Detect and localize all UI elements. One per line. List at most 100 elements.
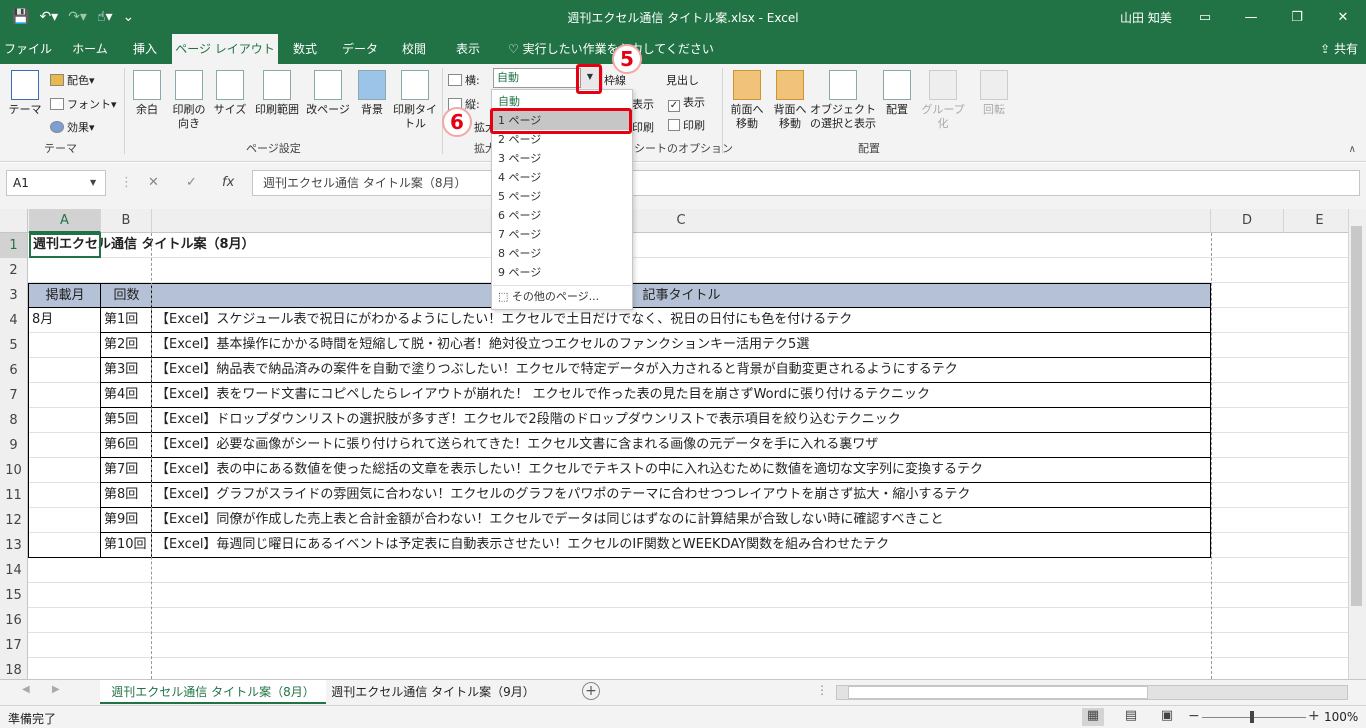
row-header[interactable]: 14: [0, 558, 28, 583]
rotate-button[interactable]: 回転: [976, 70, 1012, 117]
add-sheet-icon[interactable]: +: [582, 682, 600, 700]
row-header[interactable]: 11: [0, 483, 28, 508]
tab-page-layout[interactable]: ページ レイアウト: [172, 34, 278, 64]
vertical-scroll-thumb[interactable]: [1351, 226, 1362, 606]
name-box-dropdown-icon[interactable]: ▼: [90, 170, 96, 196]
title-cell[interactable]: 【Excel】毎週同じ曜日にあるイベントは予定表に自動表示させたい！エクセルのI…: [152, 533, 1211, 558]
row-header[interactable]: 3: [0, 283, 28, 308]
close-icon[interactable]: ✕: [1320, 0, 1366, 34]
header-cell-issue[interactable]: 回数: [101, 283, 152, 308]
row-header[interactable]: 2: [0, 258, 28, 283]
column-header-d[interactable]: D: [1211, 209, 1284, 233]
issue-cell[interactable]: 第1回: [101, 308, 152, 333]
share-button[interactable]: ⇪ 共有: [1320, 34, 1358, 64]
size-button[interactable]: サイズ: [212, 70, 248, 117]
sheet-tab-august[interactable]: 週刊エクセル通信 タイトル案（8月）: [100, 680, 326, 704]
breaks-button[interactable]: 改ページ: [306, 70, 350, 117]
issue-cell[interactable]: 第4回: [101, 383, 152, 408]
month-cell[interactable]: [29, 533, 101, 558]
row-header[interactable]: 5: [0, 333, 28, 358]
insert-function-icon[interactable]: fx: [222, 175, 234, 190]
page-break-preview-icon[interactable]: ▣: [1156, 708, 1178, 726]
zoom-out-icon[interactable]: −: [1188, 708, 1200, 724]
gridlines-print-partial[interactable]: 印刷: [632, 119, 654, 135]
title-cell[interactable]: 【Excel】必要な画像がシートに張り付けられて送られてきた！エクセル文書に含ま…: [152, 433, 1211, 458]
scroll-left-icon[interactable]: ◀: [22, 684, 30, 695]
month-cell[interactable]: [29, 458, 101, 483]
user-name[interactable]: 山田 知美: [1120, 9, 1172, 26]
column-header-e[interactable]: E: [1284, 209, 1348, 233]
ribbon-display-icon[interactable]: ▭: [1182, 0, 1228, 34]
month-cell[interactable]: [29, 408, 101, 433]
month-cell[interactable]: [29, 383, 101, 408]
title-cell[interactable]: 【Excel】同僚が作成した売上表と合計金額が合わない！エクセルでデータは同じは…: [152, 508, 1211, 533]
option-3-pages[interactable]: 3 ページ: [493, 149, 631, 168]
split-handle-icon[interactable]: ⋮: [816, 683, 828, 697]
row-header[interactable]: 15: [0, 583, 28, 608]
issue-cell[interactable]: 第8回: [101, 483, 152, 508]
issue-cell[interactable]: 第5回: [101, 408, 152, 433]
sheet-tab-september[interactable]: 週刊エクセル通信 タイトル案（9月）: [328, 680, 538, 704]
row-header[interactable]: 6: [0, 358, 28, 383]
tab-home[interactable]: ホーム: [60, 34, 120, 64]
zoom-slider-thumb[interactable]: [1250, 711, 1254, 723]
selection-pane-button[interactable]: オブジェクトの選択と表示: [810, 70, 876, 131]
issue-cell[interactable]: 第2回: [101, 333, 152, 358]
tab-insert[interactable]: 挿入: [122, 34, 168, 64]
option-4-pages[interactable]: 4 ページ: [493, 168, 631, 187]
zoom-in-icon[interactable]: +: [1308, 708, 1320, 724]
group-button[interactable]: グループ化: [916, 70, 970, 131]
issue-cell[interactable]: 第6回: [101, 433, 152, 458]
option-7-pages[interactable]: 7 ページ: [493, 225, 631, 244]
title-cell[interactable]: 【Excel】ドロップダウンリストの選択肢が多すぎ！エクセルで2段階のドロップダ…: [152, 408, 1211, 433]
month-cell[interactable]: [29, 508, 101, 533]
row-header[interactable]: 18: [0, 658, 28, 679]
column-header-c[interactable]: C: [152, 209, 1211, 233]
option-8-pages[interactable]: 8 ページ: [493, 244, 631, 263]
select-all-button[interactable]: [0, 209, 28, 233]
orientation-button[interactable]: 印刷の向き: [168, 70, 210, 131]
page-layout-view-icon[interactable]: ▤: [1120, 708, 1142, 726]
zoom-level[interactable]: 100%: [1324, 710, 1358, 724]
title-cell[interactable]: 【Excel】基本操作にかかる時間を短縮して脱・初心者！絶対役立つエクセルのファ…: [152, 333, 1211, 358]
title-cell[interactable]: 【Excel】表をワード文書にコピペしたらレイアウトが崩れた！ エクセルで作った…: [152, 383, 1211, 408]
row-header[interactable]: 9: [0, 433, 28, 458]
fonts-button[interactable]: フォント▾: [50, 96, 117, 112]
issue-cell[interactable]: 第9回: [101, 508, 152, 533]
title-cell[interactable]: 【Excel】納品表で納品済みの案件を自動で塗りつぶしたい！エクセルで特定データ…: [152, 358, 1211, 383]
issue-cell[interactable]: 第3回: [101, 358, 152, 383]
normal-view-icon[interactable]: ▦: [1082, 708, 1104, 726]
tab-view[interactable]: 表示: [444, 34, 492, 64]
gridlines-view-partial[interactable]: 表示: [632, 96, 654, 112]
minimize-icon[interactable]: —: [1228, 0, 1274, 34]
tab-data[interactable]: データ: [334, 34, 386, 64]
row-header[interactable]: 4: [0, 308, 28, 333]
headings-print-checkbox[interactable]: 印刷: [668, 117, 705, 133]
row-header[interactable]: 10: [0, 458, 28, 483]
colors-button[interactable]: 配色▾: [50, 72, 95, 88]
month-cell[interactable]: 8月: [29, 308, 101, 333]
formula-input[interactable]: 週刊エクセル通信 タイトル案（8月）: [252, 170, 1360, 196]
enter-icon[interactable]: ✓: [186, 175, 197, 190]
title-cell[interactable]: 【Excel】グラフがスライドの雰囲気に合わない！エクセルのグラフをパワポのテー…: [152, 483, 1211, 508]
month-cell[interactable]: [29, 483, 101, 508]
row-header[interactable]: 16: [0, 608, 28, 633]
issue-cell[interactable]: 第10回: [101, 533, 152, 558]
tell-me-box[interactable]: ♡ 実行したい作業を入力してください: [508, 34, 714, 64]
background-button[interactable]: 背景: [354, 70, 390, 117]
tab-file[interactable]: ファイル: [0, 34, 56, 64]
row-header[interactable]: 12: [0, 508, 28, 533]
row-header[interactable]: 1: [0, 233, 28, 258]
restore-icon[interactable]: ❐: [1274, 0, 1320, 34]
header-cell-title[interactable]: 記事タイトル: [152, 283, 1211, 308]
month-cell[interactable]: [29, 333, 101, 358]
month-cell[interactable]: [29, 433, 101, 458]
option-more-pages[interactable]: ⬚ その他のページ...: [493, 285, 631, 307]
horizontal-scroll-thumb[interactable]: [848, 686, 1148, 699]
send-backward-button[interactable]: 背面へ移動: [770, 70, 810, 131]
issue-cell[interactable]: 第7回: [101, 458, 152, 483]
header-cell-month[interactable]: 掲載月: [29, 283, 101, 308]
title-cell[interactable]: 【Excel】スケジュール表で祝日にがわかるようにしたい！エクセルで土日だけでな…: [152, 308, 1211, 333]
row-header[interactable]: 17: [0, 633, 28, 658]
option-6-pages[interactable]: 6 ページ: [493, 206, 631, 225]
